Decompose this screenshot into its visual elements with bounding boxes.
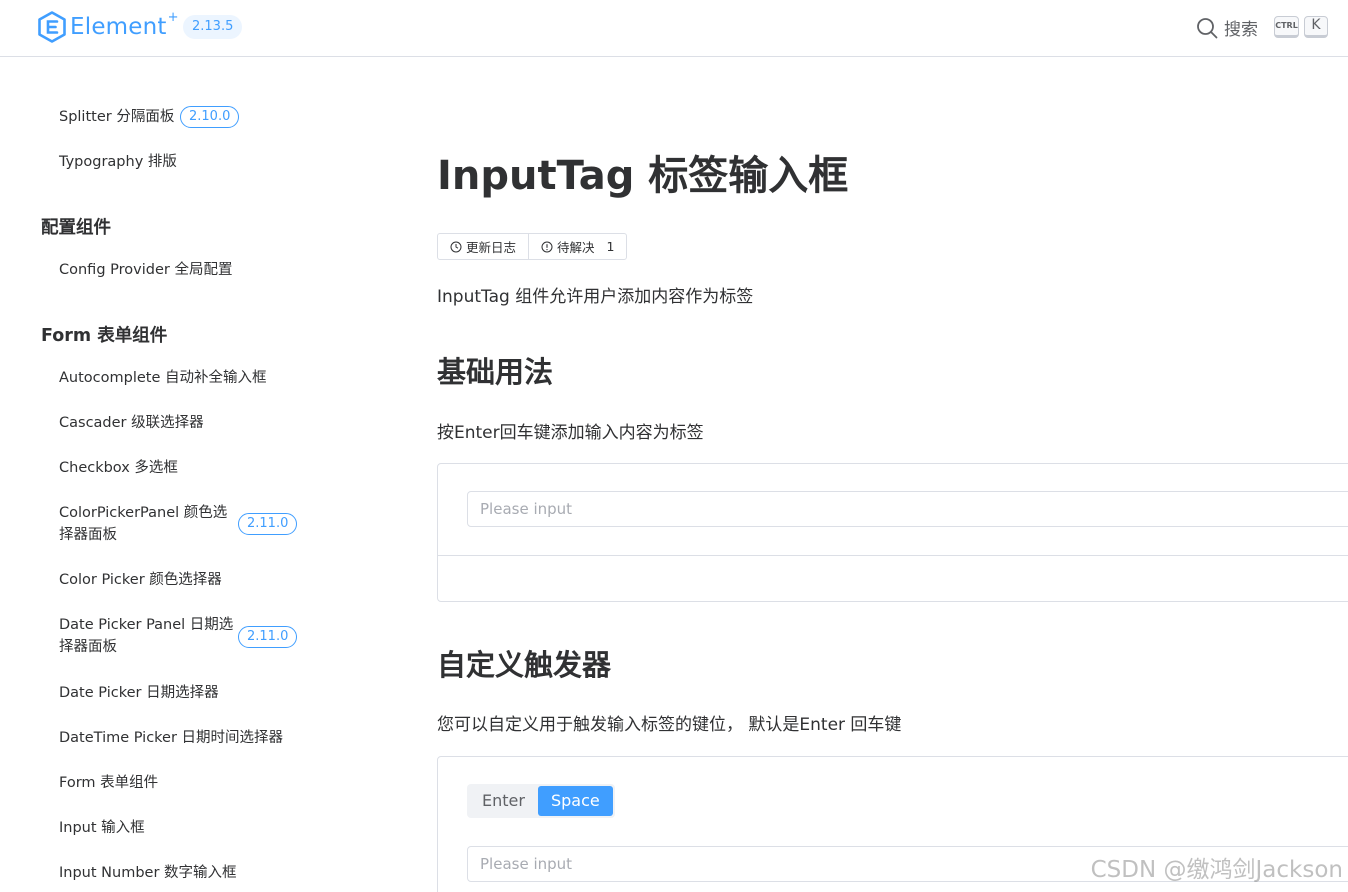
trigger-desc: 您可以自定义用于触发输入标签的键位， 默认是Enter 回车键	[437, 715, 902, 735]
logo-plus: +	[167, 9, 179, 25]
logo-text: Element	[70, 14, 167, 40]
demo-footer[interactable]	[438, 555, 1348, 601]
section-heading-trigger: 自定义触发器	[437, 648, 612, 682]
sidebar-item-splitter[interactable]: Splitter 分隔面板	[59, 106, 174, 128]
sidebar-item-label: ColorPickerPanel 颜色选择器面板	[59, 505, 228, 543]
top-header: Element + 2.13.5 搜索 CTRL K	[0, 0, 1348, 57]
sidebar-item-date-picker[interactable]: Date Picker 日期选择器	[59, 682, 219, 704]
sidebar-group-config: 配置组件	[41, 218, 111, 238]
segment-enter[interactable]: Enter	[469, 786, 538, 816]
basic-desc: 按Enter回车键添加输入内容为标签	[437, 423, 704, 443]
pending-issues-button[interactable]: 待解决 1	[528, 234, 626, 259]
trigger-segmented: Enter Space	[467, 784, 615, 818]
sidebar-item-color-picker[interactable]: Color Picker 颜色选择器	[59, 569, 222, 591]
sidebar-item-form[interactable]: Form 表单组件	[59, 772, 158, 794]
kbd-k-key: K	[1304, 16, 1328, 38]
sidebar-item-typography[interactable]: Typography 排版	[59, 151, 177, 173]
sidebar-item-input[interactable]: Input 输入框	[59, 817, 145, 839]
info-circle-icon	[541, 241, 553, 252]
demo-block-basic	[437, 463, 1348, 602]
sidebar-item-date-picker-panel[interactable]: Date Picker Panel 日期选择器面板	[59, 614, 234, 658]
changelog-button[interactable]: 更新日志	[438, 234, 528, 259]
sidebar-item-label: Date Picker Panel 日期选择器面板	[59, 617, 234, 655]
sidebar-item-color-picker-panel[interactable]: ColorPickerPanel 颜色选择器面板	[59, 502, 234, 546]
sidebar-item-checkbox[interactable]: Checkbox 多选框	[59, 457, 178, 479]
segment-space[interactable]: Space	[537, 786, 613, 816]
sidebar-item-input-number[interactable]: Input Number 数字输入框	[59, 862, 237, 884]
sidebar-item-config-provider[interactable]: Config Provider 全局配置	[59, 259, 232, 281]
section-heading-basic: 基础用法	[437, 355, 554, 389]
sidebar-item-cascader[interactable]: Cascader 级联选择器	[59, 412, 204, 434]
kbd-ctrl-key: CTRL	[1274, 16, 1299, 38]
version-badge-date-picker-panel: 2.11.0	[238, 626, 298, 648]
sidebar-nav: Splitter 分隔面板 2.10.0 Typography 排版 配置组件 …	[0, 58, 330, 892]
version-badge-splitter: 2.10.0	[180, 106, 240, 128]
changelog-label: 更新日志	[466, 240, 517, 255]
search-label: 搜索	[1224, 20, 1258, 40]
input-tag-basic[interactable]	[467, 491, 1348, 527]
main-content: InputTag 标签输入框 更新日志 待解决 1 InputTag 组件允许用…	[437, 58, 1348, 892]
search-icon	[1197, 17, 1218, 38]
element-logo-icon	[38, 11, 66, 43]
element-logo[interactable]: Element +	[37, 9, 179, 43]
page-title: InputTag 标签输入框	[437, 153, 849, 199]
meta-button-group: 更新日志 待解决 1	[437, 233, 628, 260]
search-button[interactable]: 搜索	[1196, 15, 1258, 40]
sidebar-group-form: Form 表单组件	[41, 326, 168, 346]
version-badge-color-picker-panel: 2.11.0	[238, 513, 298, 535]
pending-count: 1	[606, 239, 615, 254]
clock-icon	[450, 241, 462, 252]
sidebar-item-autocomplete[interactable]: Autocomplete 自动补全输入框	[59, 367, 267, 389]
watermark: CSDN @缴鸿剑Jackson	[1090, 857, 1343, 883]
sidebar-item-datetime-picker[interactable]: DateTime Picker 日期时间选择器	[59, 727, 283, 749]
version-badge[interactable]: 2.13.5	[183, 15, 243, 39]
pending-label: 待解决	[557, 240, 595, 255]
intro-text: InputTag 组件允许用户添加内容作为标签	[437, 287, 754, 307]
